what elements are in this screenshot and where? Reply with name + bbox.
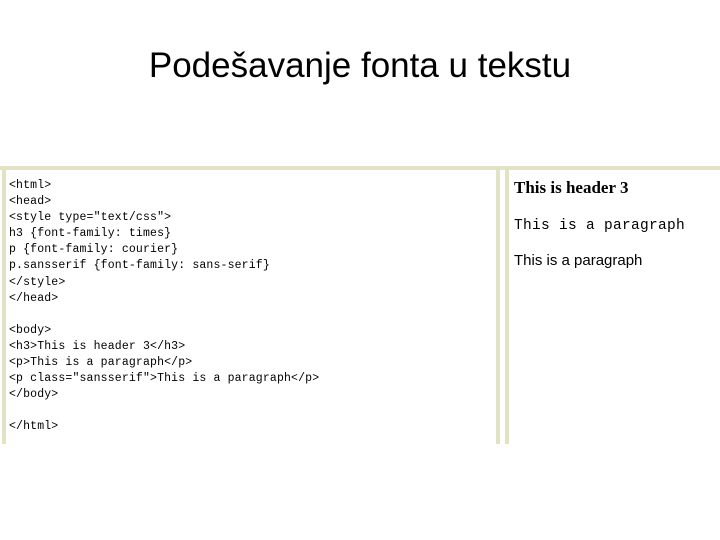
rendered-paragraph-courier: This is a paragraph <box>514 218 686 234</box>
html-source-code: <html> <head> <style type="text/css"> h3… <box>9 179 320 434</box>
slide-canvas: Podešavanje fonta u tekstu <html> <head>… <box>0 0 720 540</box>
rendered-output-pane: This is header 3 This is a paragraph Thi… <box>509 172 720 442</box>
rendered-paragraph-sansserif: This is a paragraph <box>514 252 643 269</box>
frame-divider-rule-left <box>496 170 500 444</box>
frame-top-rule <box>0 166 720 170</box>
page-title: Podešavanje fonta u tekstu <box>148 46 572 85</box>
code-pane: <html> <head> <style type="text/css"> h3… <box>6 172 496 442</box>
rendered-header3: This is header 3 <box>514 178 629 197</box>
